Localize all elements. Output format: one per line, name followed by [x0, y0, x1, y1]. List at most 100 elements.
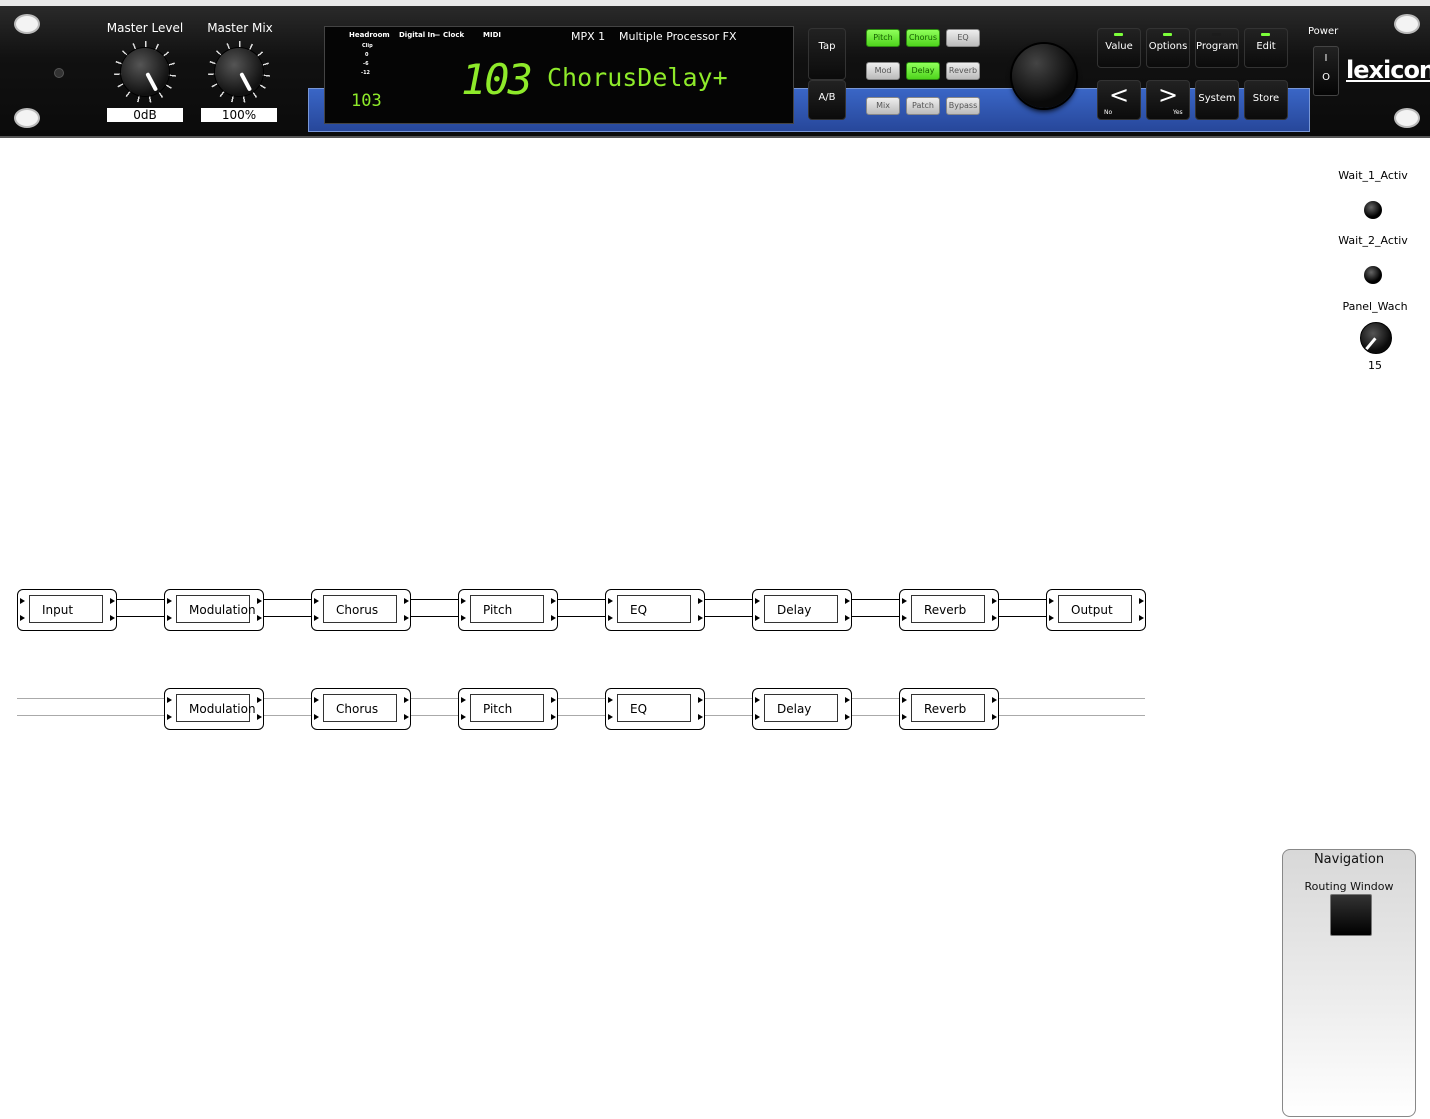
routing-block-delay[interactable]: Delay [752, 589, 852, 631]
port-arrow-icon [257, 615, 262, 621]
rack-ear-hole [14, 14, 40, 34]
wait-2-label: Wait_2_Activ [1338, 234, 1408, 247]
previous-button[interactable]: < No [1097, 80, 1141, 120]
port-arrow-icon [755, 615, 760, 621]
port-arrow-icon [755, 598, 760, 604]
routing-block-pitch[interactable]: Pitch [458, 688, 558, 730]
lcd-model: MPX 1 [571, 30, 606, 43]
effect-button-patch[interactable]: Patch [906, 97, 940, 115]
routing-block-output[interactable]: Output [1046, 589, 1146, 631]
effect-button-mod[interactable]: Mod [866, 62, 900, 80]
routing-block-label: EQ [617, 595, 691, 623]
lcd-subtitle: Multiple Processor FX [619, 30, 737, 43]
port-arrow-icon [257, 598, 262, 604]
port-arrow-icon [110, 598, 115, 604]
edit-button[interactable]: Edit [1244, 28, 1288, 68]
port-arrow-icon [167, 598, 172, 604]
previous-button-sublabel: No [1104, 109, 1113, 116]
port-arrow-icon [110, 615, 115, 621]
port-arrow-icon [20, 615, 25, 621]
master-mix-knob[interactable] [208, 41, 270, 103]
port-arrow-icon [461, 697, 466, 703]
routing-block-reverb[interactable]: Reverb [899, 688, 999, 730]
routing-block-label: Pitch [470, 694, 544, 722]
routing-block-reverb[interactable]: Reverb [899, 589, 999, 631]
routing-block-input[interactable]: Input [17, 589, 117, 631]
port-arrow-icon [551, 615, 556, 621]
port-arrow-icon [461, 615, 466, 621]
value-dial[interactable] [1012, 44, 1076, 108]
panel-screw [54, 68, 64, 78]
effect-button-eq[interactable]: EQ [946, 29, 980, 47]
port-arrow-icon [992, 714, 997, 720]
ab-button[interactable]: A/B [808, 80, 846, 120]
effect-button-mix[interactable]: Mix [866, 97, 900, 115]
port-arrow-icon [461, 714, 466, 720]
port-arrow-icon [257, 697, 262, 703]
port-arrow-icon [608, 615, 613, 621]
routing-block-delay[interactable]: Delay [752, 688, 852, 730]
panel-wach-value: 15 [1368, 359, 1382, 372]
program-button[interactable]: Program [1195, 28, 1239, 68]
lcd-program-number: 103 [461, 55, 533, 104]
system-button[interactable]: System [1195, 80, 1239, 120]
routing-block-pitch[interactable]: Pitch [458, 589, 558, 631]
power-switch[interactable]: I O [1313, 46, 1339, 96]
port-arrow-icon [404, 697, 409, 703]
lcd-program-name: ChorusDelay+ [547, 63, 728, 92]
routing-block-eq[interactable]: EQ [605, 688, 705, 730]
options-button[interactable]: Options [1146, 28, 1190, 68]
effect-button-delay[interactable]: Delay [906, 62, 940, 80]
master-level-knob[interactable] [114, 41, 176, 103]
wait-2-indicator[interactable] [1364, 266, 1382, 284]
store-button-label: Store [1252, 93, 1280, 104]
port-arrow-icon [698, 714, 703, 720]
port-arrow-icon [257, 714, 262, 720]
port-arrow-icon [167, 615, 172, 621]
panel-wach-knob[interactable] [1360, 322, 1392, 354]
routing-block-modulation[interactable]: Modulation [164, 589, 264, 631]
program-led [1212, 33, 1221, 36]
routing-block-modulation[interactable]: Modulation [164, 688, 264, 730]
navigation-panel: Navigation Routing Window [1282, 849, 1416, 1117]
port-arrow-icon [902, 714, 907, 720]
port-arrow-icon [845, 598, 850, 604]
next-button-sublabel: Yes [1173, 109, 1183, 116]
port-arrow-icon [698, 615, 703, 621]
effect-button-bypass[interactable]: Bypass [946, 97, 980, 115]
routing-window-button[interactable] [1330, 894, 1372, 936]
master-level-value: 0dB [107, 108, 183, 122]
effect-button-reverb[interactable]: Reverb [946, 62, 980, 80]
port-arrow-icon [902, 615, 907, 621]
routing-block-label: Pitch [470, 595, 544, 623]
lcd-clock: Clock [443, 31, 465, 39]
port-arrow-icon [845, 697, 850, 703]
port-arrow-icon [461, 598, 466, 604]
port-arrow-icon [755, 714, 760, 720]
routing-block-chorus[interactable]: Chorus [311, 589, 411, 631]
port-arrow-icon [608, 714, 613, 720]
mpx1-front-panel: Master Level 0dB Master Mix 100% Headroo… [0, 6, 1430, 138]
lcd-digital-in: Digital In [399, 31, 436, 39]
port-arrow-icon [845, 615, 850, 621]
port-arrow-icon [902, 697, 907, 703]
value-button[interactable]: Value [1097, 28, 1141, 68]
port-arrow-icon [551, 697, 556, 703]
routing-block-label: Delay [764, 595, 838, 623]
routing-block-label: EQ [617, 694, 691, 722]
port-arrow-icon [20, 598, 25, 604]
effect-button-pitch[interactable]: Pitch [866, 29, 900, 47]
rack-ear-hole [1394, 108, 1420, 128]
lcd-headroom: Headroom [349, 31, 390, 39]
lcd-midi: MIDI [483, 31, 501, 39]
store-button[interactable]: Store [1244, 80, 1288, 120]
routing-block-chorus[interactable]: Chorus [311, 688, 411, 730]
tap-button[interactable]: Tap [808, 28, 846, 80]
next-button[interactable]: > Yes [1146, 80, 1190, 120]
system-button-label: System [1198, 93, 1236, 104]
port-arrow-icon [167, 697, 172, 703]
effect-button-chorus[interactable]: Chorus [906, 29, 940, 47]
routing-block-eq[interactable]: EQ [605, 589, 705, 631]
routing-block-label: Chorus [323, 694, 397, 722]
wait-1-indicator[interactable] [1364, 201, 1382, 219]
